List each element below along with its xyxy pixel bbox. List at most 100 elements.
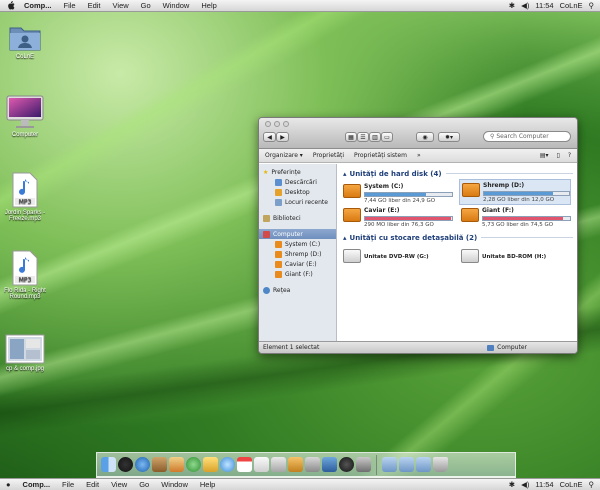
zoom-button[interactable] (283, 121, 289, 127)
sidebar-item-drive-d[interactable]: Shremp (D:) (259, 249, 336, 259)
bluetooth-icon[interactable]: ✱ (509, 1, 515, 10)
menu-view[interactable]: View (105, 480, 133, 489)
view-options-icon[interactable]: ▤▾ (540, 152, 549, 159)
sidebar-item-drive-f[interactable]: Giant (F:) (259, 269, 336, 279)
menu-help[interactable]: Help (194, 480, 221, 489)
ichat-icon[interactable] (220, 457, 235, 472)
desktop-icon-label: CoLnE (15, 54, 35, 60)
menu-file[interactable]: File (56, 480, 80, 489)
back-button[interactable]: ◀ (263, 132, 276, 142)
menu-edit[interactable]: Edit (80, 480, 105, 489)
desktop-icon-mp3-2[interactable]: MP3 Flo Rida - Right Round.mp3 (0, 250, 50, 300)
notes-icon[interactable] (254, 457, 269, 472)
user-name[interactable]: CoLnE (560, 480, 583, 489)
system-prefs-icon[interactable] (356, 457, 371, 472)
apple-menu-icon[interactable]: ● (0, 480, 17, 489)
pen-icon[interactable] (288, 457, 303, 472)
sidebar-item-downloads[interactable]: Descărcări (259, 177, 336, 187)
computer-window: ◀ ▶ ▦ ☰ ▥ ▭ ◉ ✹▾ ⚲ Search Computer Organ… (258, 117, 578, 354)
menu-view[interactable]: View (107, 1, 135, 10)
app-menu[interactable]: Comp... (22, 1, 58, 10)
menu-go[interactable]: Go (133, 480, 155, 489)
user-name[interactable]: CoLnE (560, 1, 583, 10)
system-properties-button[interactable]: Proprietăți sistem (354, 152, 407, 159)
sidebar-item-network[interactable]: Rețea (259, 285, 336, 295)
search-placeholder: Search Computer (496, 133, 549, 140)
content-pane: ▴ Unități de hard disk (4) System (C:) 7… (337, 164, 577, 341)
view-list-button[interactable]: ☰ (357, 132, 369, 142)
trash-icon[interactable] (433, 457, 448, 472)
drive-item-dvd[interactable]: Unitate DVD-RW (G:) (341, 246, 453, 272)
more-commands-button[interactable]: » (417, 152, 421, 159)
view-icons-button[interactable]: ▦ (345, 132, 357, 142)
sidebar-item-drive-c[interactable]: System (C:) (259, 239, 336, 249)
menu-edit[interactable]: Edit (82, 1, 107, 10)
drive-item-c[interactable]: System (C:) 7,44 GO liber din 24,9 GO (341, 181, 453, 207)
applications-folder-icon[interactable] (382, 457, 397, 472)
spaces-icon[interactable] (322, 457, 337, 472)
messenger-icon[interactable] (186, 457, 201, 472)
help-icon[interactable]: ? (568, 152, 571, 159)
pencil-icon[interactable] (203, 457, 218, 472)
menu-help[interactable]: Help (195, 1, 222, 10)
svg-text:MP3: MP3 (19, 277, 32, 284)
hard-disks-group-header[interactable]: ▴ Unități de hard disk (4) (343, 168, 577, 179)
quicktime-icon[interactable] (135, 457, 150, 472)
spotlight-icon[interactable]: ⚲ (589, 1, 595, 10)
volume-icon[interactable]: ◀) (521, 1, 529, 10)
close-button[interactable] (265, 121, 271, 127)
clock[interactable]: 11:54 (535, 1, 553, 10)
bottom-menu-bar: ● Comp... File Edit View Go Window Help … (0, 478, 600, 490)
documents-folder-icon[interactable] (416, 457, 431, 472)
action-button[interactable]: ✹▾ (438, 132, 460, 142)
dashboard-icon[interactable] (118, 457, 133, 472)
sidebar-item-computer[interactable]: Computer (259, 229, 336, 239)
minimize-button[interactable] (274, 121, 280, 127)
view-columns-button[interactable]: ▥ (369, 132, 381, 142)
drive-item-f[interactable]: Giant (F:) 5,73 GO liber din 74,5 GO (459, 205, 571, 231)
preview-pane-icon[interactable]: ▯ (557, 152, 560, 159)
quick-look-button[interactable]: ◉ (416, 132, 434, 142)
menu-window[interactable]: Window (155, 480, 194, 489)
view-coverflow-button[interactable]: ▭ (381, 132, 393, 142)
search-input[interactable]: ⚲ Search Computer (483, 131, 571, 142)
volume-icon[interactable]: ◀) (521, 480, 529, 489)
clock[interactable]: 11:54 (535, 480, 553, 489)
sidebar-item-recent[interactable]: Locuri recente (259, 197, 336, 207)
apple-menu-icon[interactable] (6, 1, 16, 11)
drive-item-bd[interactable]: Unitate BD-ROM (H:) (459, 246, 571, 272)
calendar-icon[interactable] (237, 457, 252, 472)
scripts-icon[interactable] (271, 457, 286, 472)
window-body: ★ Preferințe Descărcări Desktop Locuri r… (259, 164, 577, 341)
gear-icon: ✹▾ (444, 133, 454, 141)
spotlight-icon[interactable]: ⚲ (589, 480, 595, 489)
drive-item-e[interactable]: Caviar (E:) 290 MO liber din 76,3 GO (341, 205, 453, 231)
bluetooth-icon[interactable]: ✱ (509, 480, 515, 489)
status-location: Computer (497, 344, 527, 351)
calculator-icon[interactable] (305, 457, 320, 472)
sidebar-item-favorites[interactable]: ★ Preferințe (259, 167, 336, 177)
desktop-icon-label: cp & comp.jpg (5, 366, 45, 372)
finder-icon[interactable] (101, 457, 116, 472)
menu-window[interactable]: Window (157, 1, 196, 10)
sidebar-item-desktop[interactable]: Desktop (259, 187, 336, 197)
desktop-icon-mp3-1[interactable]: MP3 Jordin Sparks - Freeze.mp3 (0, 172, 50, 222)
sidebar-item-drive-e[interactable]: Caviar (E:) (259, 259, 336, 269)
paint-icon[interactable] (169, 457, 184, 472)
menu-go[interactable]: Go (135, 1, 157, 10)
mail-icon[interactable] (152, 457, 167, 472)
sidebar-item-libraries[interactable]: Biblioteci (259, 213, 336, 223)
power-icon[interactable] (339, 457, 354, 472)
desktop-icon-jpg[interactable]: cp & comp.jpg (0, 334, 50, 372)
organize-button[interactable]: Organizare ▾ (265, 152, 303, 159)
forward-button[interactable]: ▶ (276, 132, 289, 142)
desktop-icon-user[interactable]: CoLnE (0, 22, 50, 60)
menu-file[interactable]: File (58, 1, 82, 10)
app-menu[interactable]: Comp... (17, 480, 57, 489)
removable-group-header[interactable]: ▴ Unități cu stocare detașabilă (2) (343, 232, 577, 243)
desktop-icon-computer[interactable]: Computer (0, 94, 50, 138)
drive-item-d[interactable]: Shremp (D:) 2,28 GO liber din 12,0 GO (459, 179, 571, 205)
downloads-folder-icon[interactable] (399, 457, 414, 472)
properties-button[interactable]: Proprietăți (313, 152, 344, 159)
mp3-file-icon: MP3 (11, 250, 39, 286)
